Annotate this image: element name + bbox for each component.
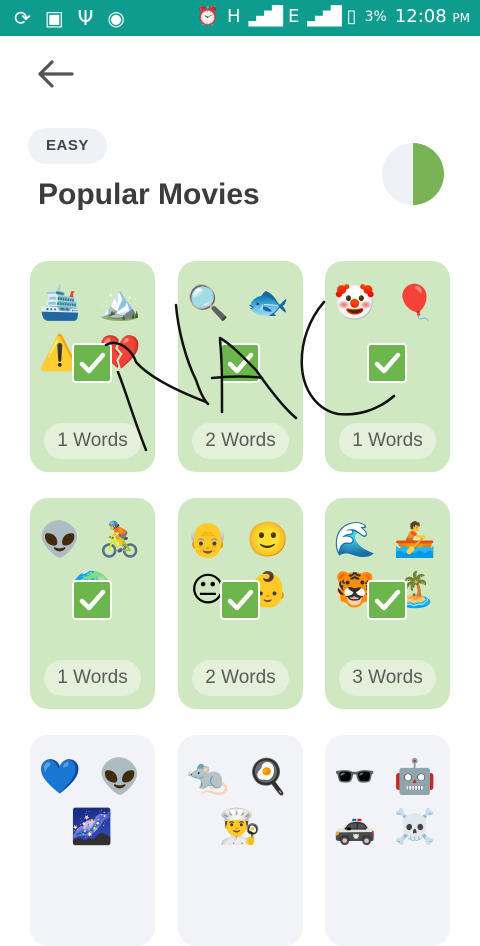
card-emoji: 🌌 xyxy=(70,807,114,847)
word-count: 1 Words xyxy=(44,660,141,696)
card-emoji: 👴 xyxy=(186,520,230,560)
word-count: 3 Words xyxy=(339,660,436,696)
card-emoji: 👽 xyxy=(98,757,142,797)
word-count: 2 Words xyxy=(192,660,289,696)
clock: 12:08 PM xyxy=(395,6,470,27)
clock-ampm: PM xyxy=(452,11,470,25)
progress-indicator xyxy=(382,143,444,205)
card-emoji: 💙 xyxy=(38,757,82,797)
puzzle-card[interactable]: 🤡 🎈 1 Words xyxy=(325,261,450,472)
back-button[interactable] xyxy=(34,56,78,92)
card-emoji: 🏔️ xyxy=(98,283,142,323)
signal-icon: ▂▄▆█ xyxy=(248,6,283,27)
puzzle-card[interactable]: 💙 👽 🌌 xyxy=(30,735,155,946)
network-type-1: H xyxy=(227,6,241,27)
sync-icon: ⟳ xyxy=(14,6,31,30)
puzzle-card[interactable]: 🔍 🐟 2 Words xyxy=(178,261,303,472)
check-icon xyxy=(72,343,112,383)
word-count: 2 Words xyxy=(192,423,289,459)
status-right: ⏰ H ▂▄▆█ E ▂▄▆█ ▯ 3% 12:08 PM xyxy=(197,6,470,27)
card-emoji: 🚓 xyxy=(333,807,377,847)
puzzle-card[interactable]: 👽🚴🌍1 Words xyxy=(30,498,155,709)
status-bar: ⟳ ▣ Ψ ◉ ⏰ H ▂▄▆█ E ▂▄▆█ ▯ 3% 12:08 PM xyxy=(0,0,480,36)
status-left-icons: ⟳ ▣ Ψ ◉ xyxy=(14,6,125,30)
image-icon: ▣ xyxy=(44,6,64,30)
card-emoji: 👽 xyxy=(38,520,82,560)
card-emoji: 🚴 xyxy=(98,520,142,560)
difficulty-badge: EASY xyxy=(28,128,107,164)
puzzle-card[interactable]: 🐀 🍳 👨‍🍳 xyxy=(178,735,303,946)
card-emoji: 🍳 xyxy=(246,757,290,797)
alarm-icon: ⏰ xyxy=(196,6,220,27)
battery-icon: ▯ xyxy=(346,6,357,27)
card-emoji: ☠️ xyxy=(393,807,437,847)
check-icon xyxy=(72,580,112,620)
page-title: Popular Movies xyxy=(38,178,260,211)
card-emoji: 🎈 xyxy=(393,283,437,323)
signal-icon-2: ▂▄▆█ xyxy=(307,6,341,27)
network-type-2: E xyxy=(287,6,300,27)
card-emoji: 🌊 xyxy=(333,520,377,560)
card-emoji: 👨‍🍳 xyxy=(218,807,262,847)
battery-percent: 3% xyxy=(364,8,387,25)
card-emoji: 🤡 xyxy=(333,283,377,323)
puzzle-card[interactable]: 🕶️ 🤖 🚓 ☠️ xyxy=(325,735,450,946)
card-emoji: 🐀 xyxy=(186,757,230,797)
card-emoji: 🤖 xyxy=(393,757,437,797)
check-icon xyxy=(367,580,407,620)
puzzle-card[interactable]: 🌊 🚣 🐯 🏝️ 3 Words xyxy=(325,498,450,709)
usb-icon: Ψ xyxy=(77,6,94,30)
check-icon xyxy=(220,343,260,383)
card-emoji: 🕶️ xyxy=(333,757,377,797)
word-count: 1 Words xyxy=(44,423,141,459)
check-icon xyxy=(220,580,260,620)
arrow-left-icon xyxy=(38,60,74,88)
card-emoji: 🐟 xyxy=(246,283,290,323)
check-icon xyxy=(367,343,407,383)
clock-time: 12:08 xyxy=(394,6,447,27)
card-emoji: 🙂 xyxy=(246,520,290,560)
puzzle-card[interactable]: 👴 🙂 😐 👶 2 Words xyxy=(178,498,303,709)
puzzle-card[interactable]: 🛳️ 🏔️ ⚠️ 💔 1 Words xyxy=(30,261,155,472)
card-emoji: 🔍 xyxy=(186,283,230,323)
hotspot-icon: ◉ xyxy=(107,6,125,30)
card-emoji: 🛳️ xyxy=(38,283,82,323)
word-count: 1 Words xyxy=(339,423,436,459)
progress-fill xyxy=(413,143,444,205)
card-emoji: 🚣 xyxy=(393,520,437,560)
